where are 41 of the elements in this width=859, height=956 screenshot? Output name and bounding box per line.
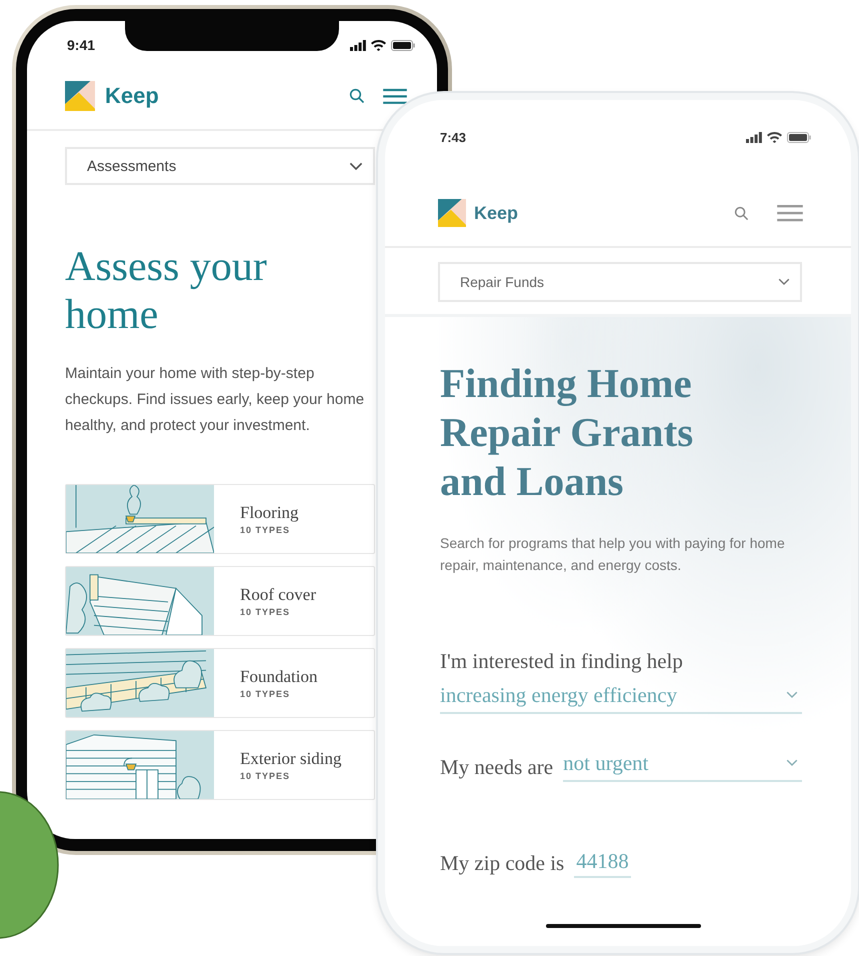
menu-icon[interactable] <box>777 204 803 222</box>
card-subtitle: 10 TYPES <box>240 525 292 535</box>
form-label: I'm interested in finding help <box>440 648 684 675</box>
section-dropdown[interactable]: Repair Funds <box>438 262 802 302</box>
chevron-icon <box>778 278 790 286</box>
page-heading: Assess your home <box>65 243 268 339</box>
card-title: Foundation <box>240 667 318 687</box>
category-card[interactable]: Roof cover 10 TYPES <box>65 566 375 636</box>
battery-icon <box>391 40 415 50</box>
card-title: Flooring <box>240 503 299 523</box>
search-icon[interactable] <box>734 206 749 220</box>
card-subtitle: 10 TYPES <box>240 607 292 617</box>
brand-name: Keep <box>474 202 518 224</box>
chevron-icon <box>786 691 798 699</box>
card-subtitle: 10 TYPES <box>240 689 292 699</box>
section-dropdown[interactable]: Assessments <box>65 147 375 185</box>
chevron-icon <box>349 162 363 170</box>
wifi-icon <box>767 132 782 142</box>
chevron-icon <box>786 759 798 767</box>
card-title: Roof cover <box>240 585 316 605</box>
category-card[interactable]: Exterior siding 10 TYPES <box>65 730 375 800</box>
form-label: My needs are <box>440 754 554 781</box>
category-card[interactable]: Flooring 10 TYPES <box>65 484 375 554</box>
status-time: 9:41 <box>67 37 96 53</box>
signal-icon <box>746 132 762 142</box>
menu-icon[interactable] <box>383 88 407 104</box>
logo-icon <box>438 199 466 227</box>
brand-name: Keep <box>105 83 159 109</box>
logo-icon <box>65 81 95 111</box>
intro-text: Search for programs that help you with paying for home repair, maintenance, and energy costs. <box>440 534 785 575</box>
card-subtitle: 10 TYPES <box>240 771 292 781</box>
signal-icon <box>350 40 366 50</box>
form-label: My zip code is <box>440 850 564 877</box>
search-icon[interactable] <box>349 88 365 104</box>
status-time: 7:43 <box>440 130 466 144</box>
wifi-icon <box>371 40 386 50</box>
card-title: Exterior siding <box>240 749 342 769</box>
category-card[interactable]: Foundation 10 TYPES <box>65 648 375 718</box>
battery-icon <box>787 132 811 142</box>
page-heading: Finding Home Repair Grants and Loans <box>440 359 694 506</box>
intro-text: Maintain your home with step-by-step checkups. Find issues early, keep your home healthy, and protect your investment. <box>65 364 365 436</box>
